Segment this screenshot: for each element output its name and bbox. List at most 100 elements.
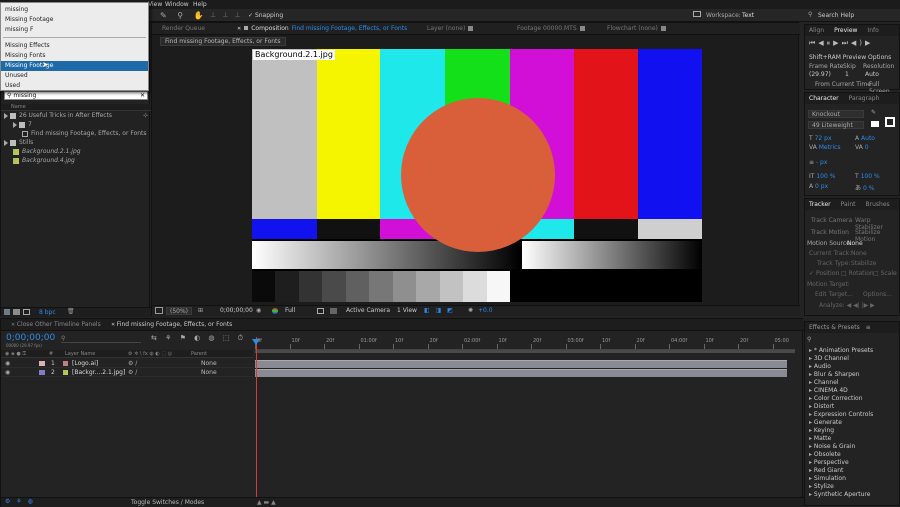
ram-preview-options[interactable]: Shift+RAM Preview Options bbox=[809, 54, 891, 61]
transparency-grid-icon[interactable] bbox=[330, 308, 337, 314]
col-parent[interactable]: Parent bbox=[191, 350, 207, 358]
effects-category[interactable]: ▸ Noise & Grain bbox=[807, 443, 899, 451]
eye-icon[interactable]: ◉ bbox=[5, 359, 10, 367]
viewer-tab[interactable]: Render Queue bbox=[162, 23, 205, 35]
playhead-handle[interactable] bbox=[252, 339, 260, 345]
name-column-header[interactable]: Name bbox=[1, 104, 151, 111]
effects-category[interactable]: ▸ Simulation bbox=[807, 475, 899, 483]
layer-switches[interactable]: ⚙ / bbox=[128, 368, 137, 376]
timecode-display[interactable]: 0;00;00;00 bbox=[220, 306, 253, 316]
dropdown-item[interactable]: Missing Footage bbox=[1, 61, 148, 71]
snapping-checkbox[interactable]: ✓ Snapping bbox=[248, 12, 283, 19]
zoom-select[interactable]: (50%) bbox=[166, 307, 193, 315]
exposure-icon[interactable]: ✺ bbox=[468, 306, 473, 316]
effects-category[interactable]: ▸ Red Giant bbox=[807, 467, 899, 475]
effects-category[interactable]: ▸ Expression Controls bbox=[807, 411, 899, 419]
resolution-select[interactable]: Auto bbox=[865, 71, 879, 78]
effects-category[interactable]: ▸ Matte bbox=[807, 435, 899, 443]
layer-switches[interactable]: ⚙ / bbox=[128, 359, 137, 367]
fill-color-swatch[interactable] bbox=[871, 121, 879, 127]
viewer-toggle-icons[interactable]: ◧ ◨ ◩ bbox=[424, 306, 455, 316]
edit-target-button[interactable]: Edit Target... bbox=[815, 291, 853, 298]
eye-icon[interactable]: ◉ bbox=[5, 368, 10, 376]
effects-category[interactable]: ▸ Obsolete bbox=[807, 451, 899, 459]
effects-category[interactable]: ▸ Distort bbox=[807, 403, 899, 411]
menu-view[interactable]: View bbox=[148, 0, 162, 9]
layer-name[interactable]: [Logo.ai] bbox=[72, 359, 98, 367]
font-style-select[interactable]: 49 Liteweight bbox=[808, 121, 864, 129]
panel-tab[interactable]: Paint bbox=[841, 201, 856, 208]
camera-select[interactable]: Active Camera bbox=[346, 306, 390, 316]
fps-select[interactable]: (29.97) bbox=[809, 71, 831, 78]
work-area-bar[interactable] bbox=[255, 350, 795, 353]
effects-category[interactable]: ▸ Stylize bbox=[807, 483, 899, 491]
tool-icons[interactable]: ✎ ⚲ ✋ bbox=[160, 11, 208, 20]
timeline-search-input[interactable]: ⚲ bbox=[61, 335, 141, 343]
grid-icon[interactable]: ⊞ bbox=[198, 306, 203, 316]
dropdown-item[interactable]: Unused bbox=[1, 71, 148, 81]
font-size-field[interactable]: T 72 px bbox=[809, 135, 832, 142]
effects-category[interactable]: ▸ Channel bbox=[807, 379, 899, 387]
leading-field[interactable]: A Auto bbox=[855, 135, 875, 142]
footer-icons[interactable]: ⚙ ⚘ ◍ bbox=[5, 498, 35, 505]
workspace-select[interactable]: Text bbox=[742, 12, 754, 19]
layer-row[interactable]: ◉ 1 [Logo.ai] ⚙ / None bbox=[1, 359, 253, 368]
effects-category[interactable]: ▸ CINEMA 4D bbox=[807, 387, 899, 395]
panel-tab[interactable]: Character bbox=[809, 95, 839, 102]
close-icon[interactable]: ✕ bbox=[237, 26, 241, 32]
analyze-controls[interactable]: Analyze: ◀ ◀| |▶ ▶ bbox=[819, 302, 875, 309]
effects-category[interactable]: ▸ Synthetic Aperture bbox=[807, 491, 899, 499]
comp-canvas[interactable]: Background.2.1.jpg bbox=[252, 49, 702, 302]
col-layer-name[interactable]: Layer Name bbox=[65, 350, 95, 358]
effects-category[interactable]: ▸ Color Correction bbox=[807, 395, 899, 403]
from-current-time-check[interactable]: From Current Time bbox=[815, 81, 871, 88]
effects-category[interactable]: ▸ Keying bbox=[807, 427, 899, 435]
disclosure-triangle-icon[interactable] bbox=[13, 121, 17, 128]
playhead[interactable] bbox=[256, 337, 257, 497]
panel-tab[interactable]: Align bbox=[809, 27, 824, 34]
layer-name[interactable]: [Backgr....2.1.jpg] bbox=[72, 368, 125, 376]
stroke-color-swatch[interactable] bbox=[885, 117, 895, 127]
panel-tab[interactable]: Tracker bbox=[809, 201, 831, 208]
effects-category[interactable]: ▸ Generate bbox=[807, 419, 899, 427]
logo-circle[interactable] bbox=[401, 98, 555, 252]
track-camera-button[interactable]: Track Camera bbox=[811, 217, 852, 224]
menu-window[interactable]: Window bbox=[165, 0, 189, 9]
layer-color-label[interactable] bbox=[39, 361, 45, 366]
horizontal-scale-field[interactable]: T 100 % bbox=[855, 173, 880, 180]
comp-breadcrumb[interactable]: Find missing Footage, Effects, or Fonts bbox=[160, 37, 286, 46]
effects-category[interactable]: ▸ Audio bbox=[807, 363, 899, 371]
effects-category[interactable]: ▸ 3D Channel bbox=[807, 355, 899, 363]
project-item[interactable]: 7 bbox=[1, 121, 151, 129]
position-check[interactable]: ✓ Position bbox=[809, 270, 839, 277]
current-track-select[interactable]: None bbox=[851, 250, 867, 257]
tsume-field[interactable]: あ 0 % bbox=[855, 183, 874, 192]
vertical-scale-field[interactable]: IT 100 % bbox=[809, 173, 835, 180]
dropdown-item[interactable]: Used bbox=[1, 81, 148, 91]
dropdown-item[interactable]: missing bbox=[1, 5, 148, 15]
panel-tab[interactable]: Brushes bbox=[866, 201, 890, 208]
effects-category[interactable]: ▸ Perspective bbox=[807, 459, 899, 467]
options-button[interactable]: Options... bbox=[863, 291, 892, 298]
delete-icon[interactable]: 🗑 bbox=[67, 308, 75, 315]
disclosure-triangle-icon[interactable] bbox=[4, 112, 8, 119]
bpc-toggle[interactable]: 8 bpc bbox=[39, 309, 56, 316]
align-tools[interactable]: ⊥ ⊥ ⊥ bbox=[210, 11, 243, 19]
track-bar-2[interactable] bbox=[255, 369, 787, 377]
panel-tab[interactable]: Paragraph bbox=[849, 95, 880, 102]
tracking-field[interactable]: VA 0 bbox=[855, 144, 869, 151]
viewer-tab[interactable]: ✕ Composition Find missing Footage, Effect… bbox=[237, 23, 407, 35]
effects-category[interactable]: ▸ Blur & Sharpen bbox=[807, 371, 899, 379]
dropdown-item[interactable]: Missing Fonts bbox=[1, 51, 148, 61]
timeline-timecode[interactable]: 0;00;00;00 bbox=[6, 333, 55, 343]
timeline-switch-icons[interactable]: ⇆ ⚘ ⚑ ◐ ◍ ⬚ ⏱ bbox=[151, 334, 246, 343]
project-item[interactable]: Background.2.1.jpg bbox=[1, 148, 151, 156]
exposure-value[interactable]: +0.0 bbox=[478, 306, 493, 316]
timeline-tab[interactable]: ✕ Find missing Footage, Effects, or Font… bbox=[111, 319, 232, 331]
search-help-input[interactable]: Search Help bbox=[818, 12, 854, 19]
stroke-width-field[interactable]: ≡ - px bbox=[809, 159, 827, 166]
eyedropper-icon[interactable]: ✎ bbox=[871, 109, 876, 116]
new-comp-icon[interactable] bbox=[23, 309, 30, 315]
resolution-select[interactable]: Full bbox=[285, 306, 295, 316]
color-channel-icon[interactable] bbox=[272, 308, 278, 314]
